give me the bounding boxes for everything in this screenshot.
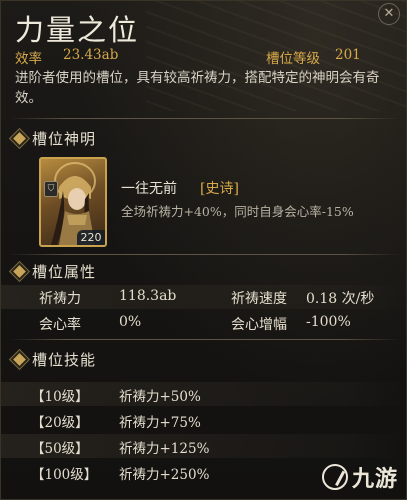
slot-title: 力量之位 [15, 13, 140, 47]
skill-row: 【20级】 祈祷力+75% [1, 408, 407, 432]
skill-effect: 祈祷力+50% [119, 389, 201, 405]
divider [9, 339, 400, 340]
attr-value-crit-boost: -100% [306, 314, 351, 330]
section-header-attributes: 槽位属性 [13, 261, 97, 282]
divider [9, 118, 400, 119]
diamond-bullet-icon [13, 265, 26, 278]
skill-level: 【50级】 [31, 441, 89, 457]
skill-level: 【20级】 [31, 415, 89, 431]
jiuyou-logo-icon [321, 464, 348, 490]
close-icon[interactable]: ✕ [378, 3, 400, 25]
skill-row: 【50级】 祈祷力+125% [1, 434, 407, 458]
skill-level: 【10级】 [31, 389, 89, 405]
skill-row: 【10级】 祈祷力+50% [1, 382, 407, 406]
skill-effect: 祈祷力+125% [119, 441, 210, 457]
skill-level: 【100级】 [31, 467, 98, 483]
watermark-text: 九游 [351, 467, 398, 492]
diamond-bullet-icon [13, 353, 26, 366]
section-header-skills: 槽位技能 [13, 349, 97, 370]
attr-label-crit-rate: 会心率 [39, 317, 81, 333]
efficiency-value: 23.43ab [63, 47, 119, 63]
attr-value-prayer-speed: 0.18 次/秒 [306, 291, 375, 307]
attribute-row: 祈祷力 118.3ab 祈祷速度 0.18 次/秒 [1, 285, 407, 309]
efficiency-label: 效率 [15, 51, 42, 67]
god-name: 一往无前 [121, 181, 177, 197]
section-title: 槽位属性 [32, 263, 97, 281]
card-level-badge: 220 [77, 230, 105, 245]
section-title: 槽位技能 [32, 351, 97, 369]
skill-effect: 祈祷力+250% [119, 467, 210, 483]
god-effect: 全场祈祷力+40%，同时自身会心率-15% [121, 204, 354, 219]
slot-description: 进阶者使用的槽位，具有较高祈祷力，搭配特定的神明会有奇效。 [15, 70, 380, 106]
attr-label-prayer-speed: 祈祷速度 [231, 291, 287, 307]
section-title: 槽位神明 [32, 130, 97, 148]
attr-label-prayer-power: 祈祷力 [39, 291, 81, 307]
slot-detail-panel: 力量之位 ✕ 效率 23.43ab 槽位等级 201 进阶者使用的槽位，具有较高… [0, 0, 407, 500]
god-card[interactable]: ⛉ 220 [39, 157, 107, 247]
attr-value-crit-rate: 0% [119, 314, 142, 330]
skill-effect: 祈祷力+75% [119, 415, 201, 431]
attr-label-crit-boost: 会心增幅 [231, 317, 287, 333]
attribute-row: 会心率 0% 会心增幅 -100% [1, 311, 407, 335]
shield-class-icon: ⛉ [44, 181, 58, 197]
attr-value-prayer-power: 118.3ab [119, 288, 177, 304]
watermark: 九游 [321, 461, 398, 493]
divider [9, 254, 400, 255]
slot-level-label: 槽位等级 [266, 51, 320, 67]
diamond-bullet-icon [13, 132, 26, 145]
section-header-slot-god: 槽位神明 [13, 128, 97, 149]
god-rarity: [史诗] [200, 181, 239, 197]
slot-level-value: 201 [335, 47, 361, 63]
